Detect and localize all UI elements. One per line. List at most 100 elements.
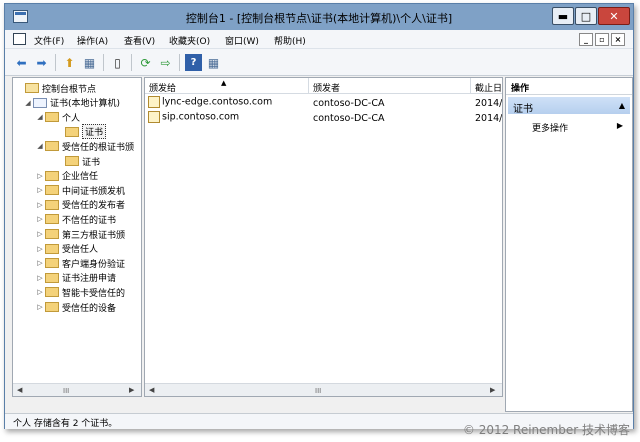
- tree-item-label: 控制台根节点: [42, 84, 97, 95]
- tree-expander-icon[interactable]: ▷: [35, 186, 45, 194]
- scroll-grip[interactable]: III: [315, 387, 321, 395]
- toolbar-separator: [179, 54, 180, 71]
- child-restore-button[interactable]: ▫: [595, 33, 609, 46]
- collapse-triangle-icon[interactable]: ▲: [619, 101, 625, 110]
- cert-row-expires[interactable]: 2014/: [475, 113, 502, 127]
- tree-item[interactable]: ▷ 企业信任: [35, 169, 98, 183]
- tree-item[interactable]: ▷ 受信任的设备: [35, 300, 116, 314]
- cert-row-expires[interactable]: 2014/: [475, 98, 502, 112]
- tree-expander-icon[interactable]: ▷: [35, 303, 45, 311]
- close-button[interactable]: ✕: [598, 7, 630, 25]
- show-hide-action-pane-icon[interactable]: ▦: [205, 54, 222, 71]
- forward-arrow-icon[interactable]: ➡: [33, 54, 50, 71]
- tree-item[interactable]: ▷ 智能卡受信任的: [35, 285, 125, 299]
- submenu-arrow-icon: ▶: [616, 121, 623, 130]
- child-minimize-button[interactable]: _: [579, 33, 593, 46]
- tree-item-label: 证书: [82, 157, 101, 168]
- tree-item-label: 证书注册申请: [62, 274, 117, 285]
- column-header-issued-to[interactable]: 颁发给 ▲: [145, 78, 309, 94]
- tree-item[interactable]: 证书: [55, 154, 100, 168]
- child-close-button[interactable]: ×: [611, 33, 625, 46]
- mmc-window: 控制台1 - [控制台根节点\证书(本地计算机)\个人\证书] ▬ □ ✕ 文件…: [4, 3, 634, 429]
- show-hide-tree-icon[interactable]: ▦: [81, 54, 98, 71]
- tree-expander-icon[interactable]: ◢: [35, 113, 45, 121]
- toolbar-separator: [55, 54, 56, 71]
- export-list-icon[interactable]: ⇨: [157, 54, 174, 71]
- tree-item[interactable]: ▷ 不信任的证书: [35, 212, 116, 226]
- tree-item-label: 客户端身份验证: [62, 259, 126, 270]
- more-actions-item[interactable]: 更多操作: [532, 121, 568, 134]
- tree-item[interactable]: 控制台根节点: [15, 81, 96, 95]
- certificate-list-pane[interactable]: 颁发给 ▲ 颁发者 截止日 lync-edge.contoso.com conto…: [144, 77, 503, 397]
- up-folder-icon[interactable]: ⬆: [61, 54, 78, 71]
- scroll-right-arrow-icon[interactable]: ▶: [490, 386, 495, 394]
- menu-window[interactable]: 窗口(W): [225, 34, 259, 47]
- folder-icon: [45, 214, 59, 225]
- tree-item[interactable]: ▷ 受信任的发布者: [35, 198, 125, 212]
- tree-item[interactable]: ▷ 证书注册申请: [35, 271, 116, 285]
- tree-expander-icon[interactable]: ▷: [35, 172, 45, 180]
- menu-view[interactable]: 查看(V): [124, 34, 155, 47]
- scroll-right-arrow-icon[interactable]: ▶: [129, 386, 134, 394]
- menu-action[interactable]: 操作(A): [77, 34, 108, 47]
- tree-expander-icon[interactable]: ◢: [23, 99, 33, 107]
- tree-item[interactable]: 证书: [55, 124, 107, 140]
- tree-expander-icon[interactable]: ▷: [35, 288, 45, 296]
- tree-expander-icon[interactable]: ▷: [35, 274, 45, 282]
- menu-favorites[interactable]: 收藏夹(O): [169, 34, 210, 47]
- tree-expander-icon[interactable]: ◢: [35, 142, 45, 150]
- back-arrow-icon[interactable]: ⬅: [13, 54, 30, 71]
- tree-item[interactable]: ▷ 中间证书颁发机: [35, 183, 125, 197]
- tree-expander-icon[interactable]: ▷: [35, 245, 45, 253]
- cert-row-issued-by[interactable]: contoso-DC-CA: [313, 98, 471, 112]
- tree-item-label: 受信任的根证书颁: [62, 142, 135, 153]
- title-bar[interactable]: 控制台1 - [控制台根节点\证书(本地计算机)\个人\证书] ▬ □ ✕: [5, 4, 633, 30]
- folder-icon: [45, 287, 59, 298]
- tree-item[interactable]: ▷ 客户端身份验证: [35, 256, 125, 270]
- menu-help[interactable]: 帮助(H): [274, 34, 306, 47]
- folder-icon: [45, 185, 59, 196]
- status-text: 个人 存储含有 2 个证书。: [13, 419, 118, 429]
- folder-icon: [65, 126, 79, 137]
- menu-file[interactable]: 文件(F): [34, 34, 64, 47]
- actions-pane: 操作 证书 ▲ 更多操作 ▶: [505, 77, 633, 412]
- cert-row-issued-to[interactable]: sip.contoso.com: [148, 111, 308, 125]
- folder-icon: [45, 170, 59, 181]
- tree-item[interactable]: ◢ 个人: [35, 110, 80, 124]
- scroll-left-arrow-icon[interactable]: ◀: [149, 386, 154, 394]
- folder-icon: [45, 199, 59, 210]
- tree-expander-icon[interactable]: ▷: [35, 201, 45, 209]
- actions-section-certificates[interactable]: 证书 ▲: [508, 97, 630, 115]
- menu-bar: 文件(F) 操作(A) 查看(V) 收藏夹(O) 窗口(W) 帮助(H) _ ▫…: [5, 30, 633, 49]
- help-icon[interactable]: ?: [185, 54, 202, 71]
- folder-icon: [25, 83, 39, 93]
- minimize-button[interactable]: ▬: [552, 7, 574, 25]
- console-tree-pane[interactable]: 控制台根节点 ◢ 证书(本地计算机) ◢ 个人 证书 ◢ 受信任的根证书颁 证书 ▷ 企业信任 ▷ 中间…: [12, 77, 142, 397]
- tree-item[interactable]: ▷ 第三方根证书颁: [35, 227, 125, 241]
- tree-item-label: 智能卡受信任的: [62, 288, 126, 299]
- column-header-expiration[interactable]: 截止日: [471, 78, 502, 94]
- scroll-left-arrow-icon[interactable]: ◀: [17, 386, 22, 394]
- document-window-icon[interactable]: [13, 33, 26, 45]
- scroll-grip[interactable]: III: [63, 387, 69, 395]
- refresh-icon[interactable]: ⟳: [137, 54, 154, 71]
- maximize-button[interactable]: □: [575, 7, 597, 25]
- certificate-icon: [148, 111, 160, 123]
- tree-item-label: 受信任人: [62, 245, 99, 256]
- tree-item[interactable]: ▷ 受信任人: [35, 242, 98, 256]
- certificate-icon: [148, 96, 160, 108]
- tree-item[interactable]: ◢ 受信任的根证书颁: [35, 139, 134, 153]
- tree-expander-icon[interactable]: ▷: [35, 259, 45, 267]
- cert-row-issued-to[interactable]: lync-edge.contoso.com: [148, 96, 308, 110]
- copy-icon[interactable]: ▯: [109, 54, 126, 71]
- column-header-issued-by[interactable]: 颁发者: [309, 78, 471, 94]
- cert-row-issued-by[interactable]: contoso-DC-CA: [313, 113, 471, 127]
- certificates-snapin-icon: [33, 97, 47, 108]
- tree-expander-icon[interactable]: ▷: [35, 215, 45, 223]
- tree-horizontal-scrollbar[interactable]: ◀ III ▶: [13, 383, 141, 396]
- tree-expander-icon[interactable]: ▷: [35, 230, 45, 238]
- toolbar-separator: [103, 54, 104, 71]
- tree-item[interactable]: ◢ 证书(本地计算机): [23, 96, 120, 110]
- list-horizontal-scrollbar[interactable]: ◀ III ▶: [145, 383, 502, 396]
- tree-item-label: 受信任的发布者: [62, 201, 126, 212]
